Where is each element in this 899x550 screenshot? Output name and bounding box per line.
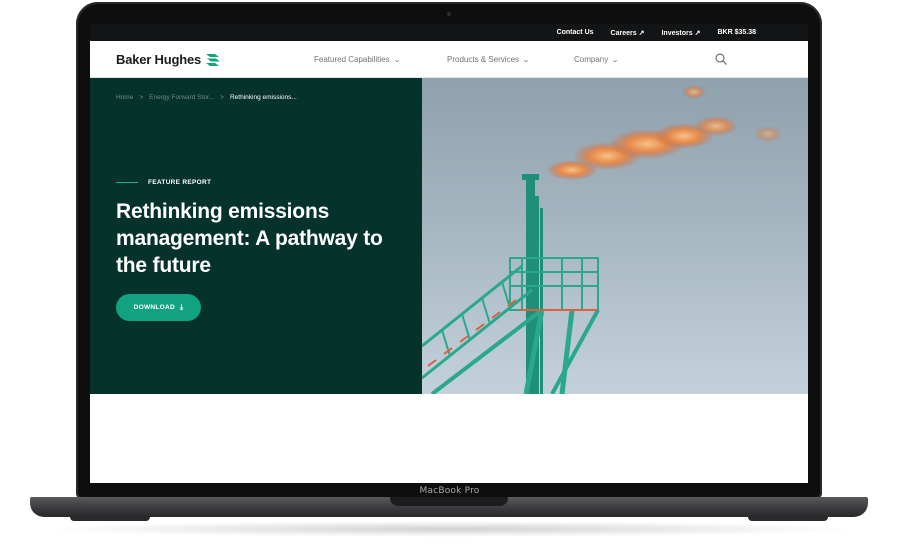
camera-dot <box>447 12 451 16</box>
device-label: MacBook Pro <box>419 486 480 496</box>
contact-us-link[interactable]: Contact Us <box>557 29 594 36</box>
laptop-shadow <box>40 521 860 537</box>
external-link-icon: ↗ <box>638 29 645 37</box>
nav-featured-capabilities[interactable]: Featured Capabilities ⌄ <box>314 55 401 64</box>
nav-company[interactable]: Company ⌄ <box>574 55 620 64</box>
breadcrumb-home[interactable]: Home <box>116 94 133 101</box>
hero-image <box>422 78 808 394</box>
contact-us-label: Contact Us <box>556 29 594 36</box>
breadcrumb-separator: > <box>220 94 224 101</box>
breadcrumb: Home > Energy Forward Stor... > Rethinking e… <box>116 94 297 101</box>
eyebrow: FEATURE REPORT <box>116 179 211 186</box>
eyebrow-label: FEATURE REPORT <box>148 179 212 186</box>
eyebrow-rule <box>116 182 138 183</box>
laptop-hinge-notch <box>390 497 508 506</box>
flare-stack-illustration <box>422 85 782 394</box>
page-title: Rethinking emissions management: A pathw… <box>116 200 383 277</box>
breadcrumb-current: Rethinking emissions... <box>229 94 297 101</box>
stock-ticker[interactable]: BKR $35.38 <box>717 29 756 36</box>
nav-products-services-label: Products & Services <box>447 55 520 64</box>
laptop-foot-left <box>70 516 150 521</box>
stair-structure <box>422 257 600 394</box>
nav-products-services[interactable]: Products & Services ⌄ <box>447 55 531 64</box>
investors-label: Investors <box>661 29 693 37</box>
hero-panel: Home > Energy Forward Stor... > Rethinking e… <box>90 78 422 394</box>
careers-link[interactable]: Careers ↗ <box>611 29 645 37</box>
breadcrumb-energy-forward[interactable]: Energy Forward Stor... <box>149 94 214 101</box>
search-icon[interactable] <box>714 52 728 66</box>
main-navigation: Baker Hughes Featured Capabilities ⌄ Prod… <box>90 41 808 78</box>
stock-ticker-label: BKR $35.38 <box>717 29 756 36</box>
browser-screen: Contact Us Careers ↗ Investors ↗ BKR $35.3… <box>90 24 808 483</box>
logo-mark-icon <box>206 53 221 66</box>
external-link-icon: ↗ <box>694 29 701 37</box>
utility-bar: Contact Us Careers ↗ Investors ↗ BKR $35.3… <box>90 24 808 41</box>
breadcrumb-separator: > <box>139 94 144 101</box>
investors-link[interactable]: Investors ↗ <box>661 29 700 37</box>
chevron-down-icon: ⌄ <box>392 57 401 64</box>
download-label: DOWNLOAD <box>133 304 175 311</box>
download-icon: ⤓ <box>180 303 184 311</box>
laptop-foot-right <box>748 516 828 521</box>
logo-text: Baker Hughes <box>116 52 202 67</box>
nav-featured-capabilities-label: Featured Capabilities <box>314 55 390 64</box>
careers-label: Careers <box>610 29 637 37</box>
chevron-down-icon: ⌄ <box>611 57 620 64</box>
flame-plume <box>546 85 782 180</box>
nav-company-label: Company <box>574 55 609 64</box>
download-button[interactable]: DOWNLOAD ⤓ <box>116 294 201 321</box>
baker-hughes-logo[interactable]: Baker Hughes <box>116 52 221 67</box>
chevron-down-icon: ⌄ <box>521 57 531 64</box>
